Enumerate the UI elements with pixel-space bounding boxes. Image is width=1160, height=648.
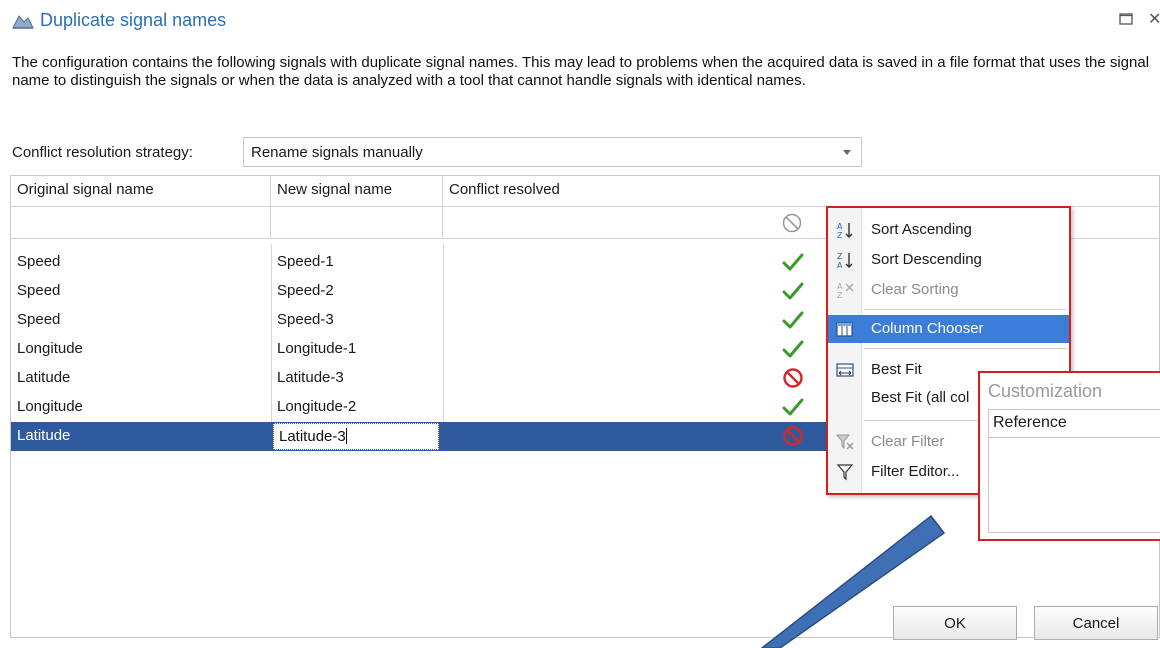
cell-original-name[interactable]: Speed <box>11 248 271 277</box>
svg-text:Z: Z <box>837 291 843 299</box>
cell-new-name[interactable]: Longitude-1 <box>271 335 443 364</box>
menu-item-sort-descending[interactable]: Z A Sort Descending <box>828 246 1069 274</box>
menu-item-label: Filter Editor... <box>871 463 960 480</box>
sort-descending-icon: Z A <box>837 252 853 269</box>
svg-text:A: A <box>837 261 843 269</box>
title-bar: Duplicate signal names ✕ <box>0 0 1160 46</box>
filter-cell-original[interactable] <box>11 207 271 239</box>
column-header-original[interactable]: Original signal name <box>11 176 271 207</box>
menu-item-sort-ascending[interactable]: A Z Sort Ascending <box>828 216 1069 244</box>
check-icon <box>781 337 805 361</box>
strategy-label: Conflict resolution strategy: <box>12 144 193 161</box>
svg-text:A: A <box>837 222 843 231</box>
cell-original-name[interactable]: Speed <box>11 277 271 306</box>
cell-new-name[interactable]: Speed-1 <box>271 248 443 277</box>
customization-title: Customization <box>988 381 1103 401</box>
menu-item-label: Sort Descending <box>871 251 982 268</box>
clear-filter-icon <box>836 434 854 450</box>
customization-item-reference[interactable]: Reference <box>989 410 1160 438</box>
cell-original-name[interactable]: Latitude <box>11 422 271 451</box>
svg-text:Z: Z <box>837 252 843 261</box>
customization-list: Reference <box>988 409 1160 533</box>
menu-item-label: Clear Filter <box>871 433 945 450</box>
dialog-description: The configuration contains the following… <box>12 54 1150 89</box>
menu-item-clear-sorting[interactable]: A Z Clear Sorting <box>828 276 1069 304</box>
cell-new-name[interactable]: Speed-3 <box>271 306 443 335</box>
sort-ascending-icon: A Z <box>837 222 853 239</box>
cell-new-name[interactable]: Speed-2 <box>271 277 443 306</box>
new-name-editor[interactable]: Latitude-3 <box>273 423 439 450</box>
check-icon <box>781 279 805 303</box>
svg-text:A: A <box>837 282 843 291</box>
menu-separator <box>864 348 1067 349</box>
check-icon <box>781 308 805 332</box>
cell-original-name[interactable]: Speed <box>11 306 271 335</box>
cell-original-name[interactable]: Latitude <box>11 364 271 393</box>
svg-text:Z: Z <box>837 231 843 239</box>
filter-icon <box>836 464 854 481</box>
cell-original-name[interactable]: Longitude <box>11 335 271 364</box>
menu-separator <box>864 309 1067 310</box>
prohibited-icon <box>781 366 805 390</box>
cell-new-name[interactable]: Latitude-3 <box>271 364 443 393</box>
filter-cell-new-name[interactable] <box>271 207 443 239</box>
clear-sorting-icon: A Z <box>837 282 854 299</box>
dialog-title: Duplicate signal names <box>40 10 227 30</box>
ok-button[interactable]: OK <box>893 606 1017 640</box>
customization-panel: Customization Reference <box>978 371 1160 541</box>
best-fit-icon <box>836 363 854 377</box>
filter-prohibited-icon <box>782 213 802 233</box>
column-header-conflict-resolved[interactable]: Conflict resolved <box>443 176 1159 207</box>
menu-item-label: Best Fit <box>871 361 922 378</box>
text-caret <box>345 428 347 444</box>
prohibited-icon <box>781 424 805 448</box>
menu-item-label: Column Chooser <box>871 320 984 337</box>
column-chooser-icon <box>836 322 853 337</box>
cell-new-name[interactable]: Longitude-2 <box>271 393 443 422</box>
column-header-new-name[interactable]: New signal name <box>271 176 443 207</box>
check-icon <box>781 395 805 419</box>
cell-original-name[interactable]: Longitude <box>11 393 271 422</box>
maximize-icon[interactable] <box>1118 12 1134 26</box>
chevron-down-icon[interactable] <box>843 150 851 155</box>
menu-item-label: Clear Sorting <box>871 281 959 298</box>
strategy-dropdown[interactable]: Rename signals manually <box>243 137 862 167</box>
menu-item-label: Sort Ascending <box>871 221 972 238</box>
menu-item-label: Best Fit (all col <box>871 389 970 406</box>
new-name-editor-text: Latitude-3 <box>279 428 346 445</box>
app-icon <box>12 15 34 29</box>
check-icon <box>781 250 805 274</box>
close-icon[interactable]: ✕ <box>1148 9 1160 29</box>
menu-item-column-chooser[interactable]: Column Chooser <box>828 315 1069 343</box>
cancel-button[interactable]: Cancel <box>1034 606 1158 640</box>
strategy-value: Rename signals manually <box>251 144 423 161</box>
